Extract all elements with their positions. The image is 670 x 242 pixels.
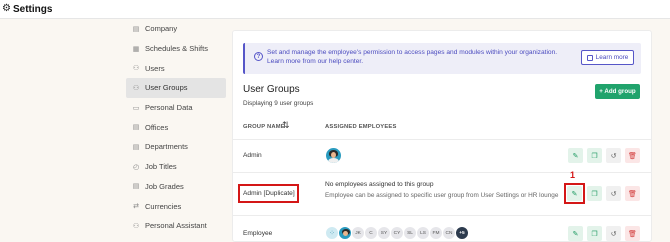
id-card-icon: ▭ (132, 103, 140, 112)
assistant-icon: ⚇ (132, 221, 140, 230)
avatar-stack: ⁘ JK C SY CY SL LS FM CN +5 (325, 226, 469, 240)
group-count: Displaying 9 user groups (243, 100, 314, 107)
sidebar-item-departments[interactable]: ▤ Departments (126, 137, 226, 157)
avatar (326, 148, 341, 163)
learn-more-label: Learn more (595, 54, 629, 61)
building-icon: ▤ (132, 24, 140, 33)
edit-icon[interactable]: ✎ (568, 148, 583, 163)
gear-icon: ⚙ (2, 3, 11, 14)
avatar (338, 226, 352, 240)
history-icon[interactable]: ↺ (606, 186, 621, 201)
section-title: User Groups (243, 84, 300, 95)
sidebar-item-label: Departments (145, 142, 188, 152)
avatar: CY (390, 226, 404, 240)
edit-icon[interactable]: ✎ (568, 226, 583, 241)
avatar: FM (429, 226, 443, 240)
sidebar-item-label: Job Titles (145, 162, 177, 172)
sidebar-item-currencies[interactable]: ⇄ Currencies (126, 196, 226, 216)
step-marker: 1 (570, 170, 576, 180)
badge-icon: ◴ (132, 162, 140, 171)
sidebar-item-label: Personal Data (145, 103, 193, 113)
grade-icon: ▤ (132, 182, 140, 191)
learn-more-button[interactable]: Learn more (581, 50, 634, 65)
sidebar-item-label: Schedules & Shifts (145, 44, 208, 54)
calendar-icon: ▦ (132, 44, 140, 53)
divider (233, 139, 651, 140)
sidebar-item-schedules[interactable]: ▦ Schedules & Shifts (126, 39, 226, 59)
page-title: Settings (12, 3, 53, 15)
avatar: SY (377, 226, 391, 240)
column-header-group-name: GROUP NAME (243, 124, 285, 130)
question-circle-icon: ? (254, 52, 263, 61)
user-group-icon: ⚇ (132, 83, 140, 92)
sidebar-item-label: Job Grades (145, 181, 184, 191)
info-banner: ? Set and manage the employee's permissi… (243, 43, 641, 74)
sidebar-item-company[interactable]: ▤ Company (126, 19, 226, 39)
group-name-employee[interactable]: Employee (243, 230, 272, 237)
avatar: JK (351, 226, 365, 240)
history-icon[interactable]: ↺ (606, 226, 621, 241)
duplicate-icon[interactable]: ❐ (587, 186, 602, 201)
info-text: Set and manage the employee's permission… (267, 49, 558, 65)
sidebar-item-label: Users (145, 63, 165, 73)
avatar: CN (442, 226, 456, 240)
more-avatars-badge[interactable]: +5 (455, 226, 469, 240)
empty-state-title: No employees assigned to this group (325, 181, 434, 188)
avatar: C (364, 226, 378, 240)
exchange-icon: ⇄ (133, 202, 139, 211)
users-icon: ⚇ (132, 64, 140, 73)
sidebar-item-personal-assistant[interactable]: ⚇ Personal Assistant (126, 216, 226, 236)
sidebar-item-offices[interactable]: ▤ Offices (126, 117, 226, 137)
group-name-admin-duplicate[interactable]: Admin [Duplicate] (243, 190, 295, 197)
delete-icon[interactable]: 🗑 (625, 226, 640, 241)
history-icon[interactable]: ↺ (606, 148, 621, 163)
sidebar-item-job-titles[interactable]: ◴ Job Titles (126, 157, 226, 177)
group-name-admin[interactable]: Admin (243, 152, 262, 159)
empty-state-description: Employee can be assigned to specific use… (325, 192, 559, 199)
duplicate-icon[interactable]: ❐ (587, 148, 602, 163)
top-bar: ⚙ Settings (0, 0, 670, 19)
column-header-assigned-employees: ASSIGNED EMPLOYEES (325, 124, 397, 130)
sidebar-item-users[interactable]: ⚇ Users (126, 58, 226, 78)
divider (233, 215, 651, 216)
department-icon: ▤ (132, 142, 140, 151)
sidebar-item-label: Currencies (145, 201, 182, 211)
sidebar-item-user-groups[interactable]: ⚇ User Groups (126, 78, 226, 98)
sidebar-item-label: Offices (145, 122, 169, 132)
edit-icon[interactable]: ✎ (567, 186, 582, 201)
sidebar-item-label: Personal Assistant (145, 221, 207, 231)
add-group-button[interactable]: + Add group (595, 84, 640, 99)
delete-icon[interactable]: 🗑 (625, 148, 640, 163)
sidebar-item-job-grades[interactable]: ▤ Job Grades (126, 177, 226, 197)
settings-sidebar: ▤ Company ▦ Schedules & Shifts ⚇ Users ⚇… (126, 19, 226, 236)
sidebar-item-personal-data[interactable]: ▭ Personal Data (126, 98, 226, 118)
divider (233, 172, 651, 173)
duplicate-icon[interactable]: ❐ (587, 226, 602, 241)
office-icon: ▤ (132, 123, 140, 132)
avatar: ⁘ (325, 226, 339, 240)
avatar: SL (403, 226, 417, 240)
delete-icon[interactable]: 🗑 (625, 186, 640, 201)
sidebar-item-label: Company (145, 24, 178, 34)
book-icon (586, 54, 593, 61)
sidebar-item-label: User Groups (145, 83, 188, 93)
avatar: LS (416, 226, 430, 240)
sort-icon[interactable]: ⇅ (282, 121, 290, 131)
